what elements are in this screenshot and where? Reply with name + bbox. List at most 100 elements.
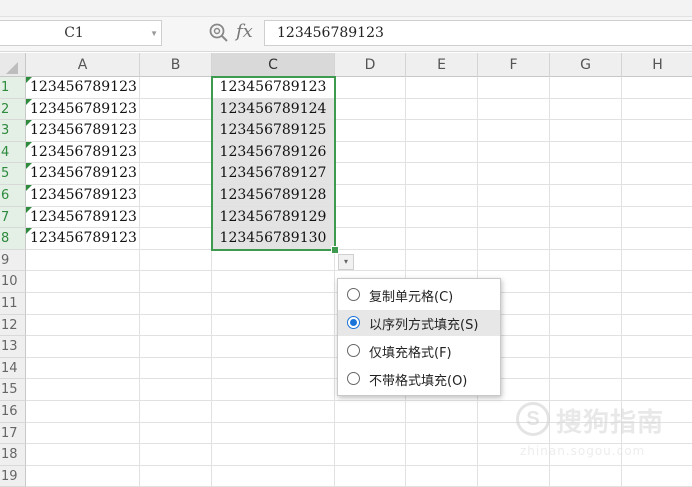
cell-g10[interactable] (550, 271, 622, 293)
cell-g7[interactable] (550, 206, 622, 229)
cell-e17[interactable] (406, 422, 478, 445)
cell-b16[interactable] (140, 401, 212, 423)
row-header-7[interactable]: 7 (0, 206, 26, 229)
cell-c15[interactable] (212, 379, 335, 401)
cell-c11[interactable] (212, 293, 335, 315)
cell-b12[interactable] (140, 314, 212, 337)
cell-a4[interactable]: 123456789123 (26, 141, 140, 164)
select-all-corner[interactable] (0, 53, 26, 77)
cell-h12[interactable] (622, 315, 692, 337)
row-header-5[interactable]: 5 (0, 163, 26, 185)
cell-e16[interactable] (406, 401, 478, 423)
autofill-options-button[interactable]: ▾ (338, 253, 354, 270)
cell-a11[interactable] (26, 293, 140, 315)
cell-g8[interactable] (550, 228, 622, 250)
cell-b7[interactable] (140, 206, 212, 229)
cell-e8[interactable] (406, 228, 478, 250)
cell-g1[interactable] (550, 77, 622, 99)
cell-c10[interactable] (212, 271, 335, 293)
cell-b4[interactable] (140, 141, 212, 164)
cell-h3[interactable] (622, 120, 692, 142)
row-header-12[interactable]: 12 (0, 314, 26, 337)
cell-h19[interactable] (622, 466, 692, 487)
cell-e19[interactable] (406, 465, 478, 487)
cell-h13[interactable] (622, 336, 692, 358)
cell-a6[interactable]: 123456789123 (26, 185, 140, 207)
column-header-f[interactable]: F (478, 53, 550, 77)
cell-d6[interactable] (335, 185, 406, 207)
cell-a15[interactable] (26, 379, 140, 401)
cell-h1[interactable] (622, 77, 692, 99)
fx-icon[interactable]: fx (236, 21, 253, 42)
cell-f2[interactable] (478, 98, 550, 121)
cell-c8[interactable]: 123456789130 (212, 228, 335, 250)
cell-f19[interactable] (478, 465, 550, 487)
cell-h6[interactable] (622, 185, 692, 207)
cell-a8[interactable]: 123456789123 (26, 228, 140, 250)
cell-a5[interactable]: 123456789123 (26, 163, 140, 185)
cell-a19[interactable] (26, 465, 140, 487)
cell-b11[interactable] (140, 293, 212, 315)
cell-e5[interactable] (406, 163, 478, 185)
column-header-c[interactable]: C (212, 53, 335, 77)
cell-c4[interactable]: 123456789126 (212, 141, 335, 164)
cell-f1[interactable] (478, 77, 550, 99)
cell-g11[interactable] (550, 293, 622, 315)
row-header-4[interactable]: 4 (0, 141, 26, 164)
cell-d18[interactable] (335, 444, 406, 466)
radio-button[interactable] (347, 316, 360, 329)
cell-e6[interactable] (406, 185, 478, 207)
cell-h9[interactable] (622, 250, 692, 272)
row-header-14[interactable]: 14 (0, 357, 26, 380)
cell-h2[interactable] (622, 99, 692, 121)
cell-h11[interactable] (622, 293, 692, 315)
cell-a12[interactable] (26, 314, 140, 337)
radio-button[interactable] (347, 372, 360, 385)
cell-g19[interactable] (550, 465, 622, 487)
cell-a7[interactable]: 123456789123 (26, 206, 140, 229)
cell-d5[interactable] (335, 163, 406, 185)
row-header-15[interactable]: 15 (0, 379, 26, 401)
cell-a9[interactable] (26, 249, 140, 272)
cell-a1[interactable]: 123456789123 (26, 77, 140, 99)
cell-g4[interactable] (550, 141, 622, 164)
radio-button[interactable] (347, 344, 360, 357)
fill-handle[interactable] (331, 245, 339, 254)
row-header-18[interactable]: 18 (0, 444, 26, 466)
cell-e3[interactable] (406, 120, 478, 142)
cell-h10[interactable] (622, 271, 692, 293)
cell-b15[interactable] (140, 379, 212, 401)
cell-f5[interactable] (478, 163, 550, 185)
autofill-option-2[interactable]: 以序列方式填充(S) (338, 310, 500, 336)
autofill-option-3[interactable]: 仅填充格式(F) (338, 338, 500, 364)
row-header-17[interactable]: 17 (0, 422, 26, 445)
cell-h5[interactable] (622, 163, 692, 185)
cell-c19[interactable] (212, 465, 335, 487)
row-header-3[interactable]: 3 (0, 120, 26, 142)
row-header-16[interactable]: 16 (0, 401, 26, 423)
cell-g6[interactable] (550, 185, 622, 207)
cell-c12[interactable] (212, 314, 335, 337)
cell-c1[interactable]: 123456789123 (212, 77, 335, 99)
row-header-13[interactable]: 13 (0, 336, 26, 358)
cell-d17[interactable] (335, 422, 406, 445)
cell-b17[interactable] (140, 422, 212, 445)
cell-a3[interactable]: 123456789123 (26, 120, 140, 142)
cell-c14[interactable] (212, 357, 335, 380)
cell-d8[interactable] (335, 228, 406, 250)
cell-e7[interactable] (406, 206, 478, 229)
cell-d4[interactable] (335, 141, 406, 164)
column-header-h[interactable]: H (622, 53, 692, 77)
cell-a14[interactable] (26, 357, 140, 380)
cell-g14[interactable] (550, 357, 622, 380)
cell-c16[interactable] (212, 401, 335, 423)
row-header-19[interactable]: 19 (0, 465, 26, 487)
autofill-option-4[interactable]: 不带格式填充(O) (338, 366, 500, 392)
formula-input[interactable]: 123456789123 (264, 20, 692, 46)
column-header-g[interactable]: G (550, 53, 622, 77)
cell-f8[interactable] (478, 228, 550, 250)
autofill-option-1[interactable]: 复制单元格(C) (338, 282, 500, 308)
cell-b2[interactable] (140, 98, 212, 121)
cell-g9[interactable] (550, 249, 622, 272)
row-header-9[interactable]: 9 (0, 249, 26, 272)
